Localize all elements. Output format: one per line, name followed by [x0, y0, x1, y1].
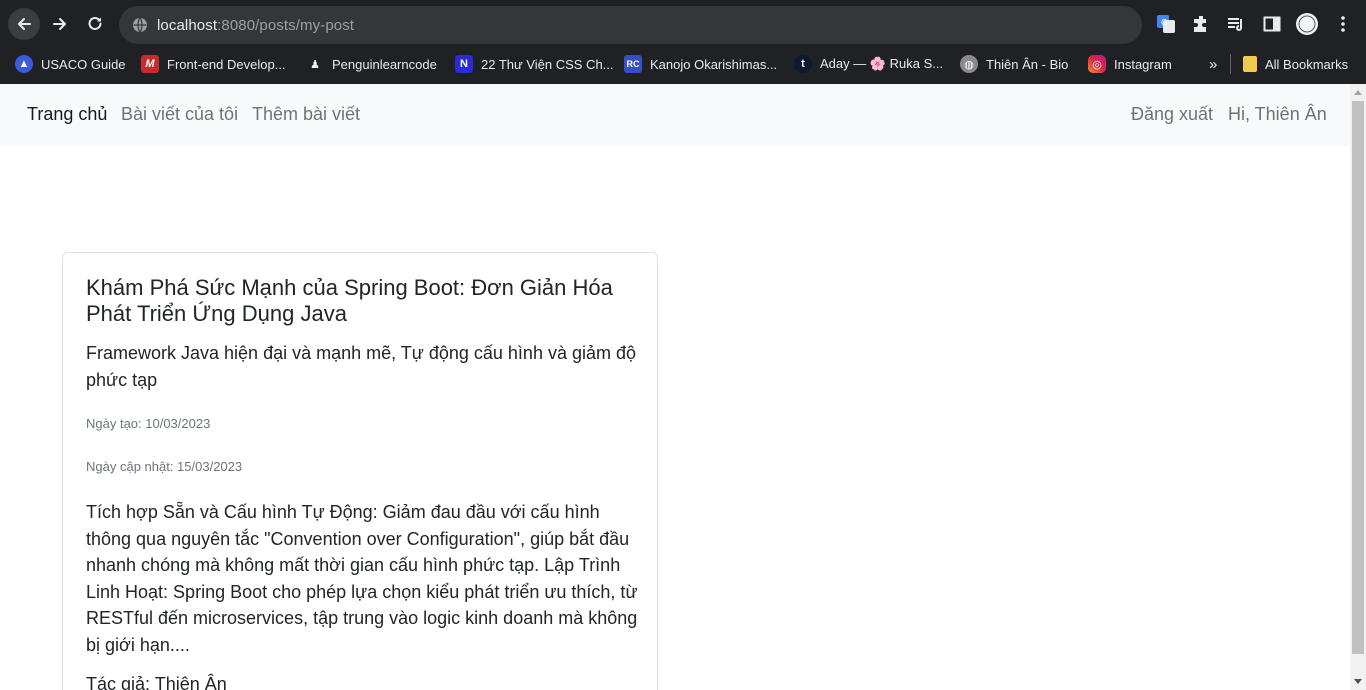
url-path: :8080/posts/my-post — [217, 16, 355, 34]
m-logo-icon: M — [141, 55, 159, 73]
address-bar[interactable]: localhost:8080/posts/my-post — [119, 6, 1142, 44]
bookmark-label: 22 Thư Viện CSS Ch... — [481, 56, 614, 72]
side-panel-icon[interactable] — [1260, 12, 1284, 36]
bookmark-label: Kanojo Okarishimas... — [650, 56, 778, 72]
bookmark-item[interactable]: ◎ Instagram — [1088, 48, 1172, 80]
post-updated-date: Ngày cập nhật: 15/03/2023 — [86, 459, 243, 474]
n-logo-icon: N — [455, 55, 473, 73]
scroll-up-arrow-icon[interactable] — [1354, 90, 1362, 95]
folder-icon — [1243, 56, 1257, 72]
nav-home-link[interactable]: Trang chủ — [27, 104, 107, 125]
profile-avatar[interactable] — [1295, 12, 1319, 36]
tumblr-icon: t — [794, 55, 812, 73]
bookmark-label: Aday — 🌸 Ruka S... — [820, 56, 944, 71]
usaco-icon: ▲ — [15, 55, 33, 73]
nav-logout-link[interactable]: Đăng xuất — [1131, 104, 1213, 125]
site-info-icon[interactable] — [132, 17, 148, 33]
bookmark-item[interactable]: M Front-end Develop... — [141, 48, 286, 80]
page-scrollbar[interactable] — [1350, 84, 1366, 690]
back-button[interactable] — [8, 8, 40, 40]
bookmarks-overflow-button[interactable]: » — [1209, 48, 1217, 80]
site-navbar: Trang chủ Bài viết của tôi Thêm bài viết… — [0, 84, 1350, 146]
extensions-icon[interactable] — [1189, 12, 1213, 36]
forward-button[interactable] — [44, 8, 76, 40]
instagram-icon: ◎ — [1088, 55, 1106, 73]
browser-chrome: localhost:8080/posts/my-post G ▲ USACO G… — [0, 0, 1366, 84]
bookmark-label: Instagram — [1114, 56, 1172, 72]
reload-button[interactable] — [79, 8, 111, 40]
translate-icon[interactable]: G — [1154, 12, 1178, 36]
post-title[interactable]: Khám Phá Sức Mạnh của Spring Boot: Đơn G… — [86, 275, 638, 327]
bookmark-item[interactable]: ♟ Penguinlearncode — [306, 48, 437, 80]
reload-icon — [88, 17, 102, 30]
rc-logo-icon: RC — [624, 55, 642, 73]
bookmark-item[interactable]: N 22 Thư Viện CSS Ch... — [455, 48, 614, 80]
post-created-date: Ngày tạo: 10/03/2023 — [86, 416, 211, 431]
bookmark-label: Thiên Ân - Bio — [986, 56, 1069, 72]
bookmark-label: USACO Guide — [41, 56, 126, 72]
menu-icon[interactable] — [1331, 12, 1355, 36]
post-author: Tác giả: Thiên Ân — [86, 674, 227, 690]
bookmark-item[interactable]: RC Kanojo Okarishimas... — [624, 48, 777, 80]
bookmark-item[interactable]: ▲ USACO Guide — [15, 48, 126, 80]
penguin-icon: ♟ — [310, 58, 320, 71]
bookmarks-bar: ▲ USACO Guide M Front-end Develop... ♟ P… — [0, 48, 1366, 84]
bookmark-item[interactable]: t Aday — 🌸 Ruka S... — [794, 48, 943, 80]
bookmark-label: Penguinlearncode — [332, 56, 437, 72]
nav-add-post-link[interactable]: Thêm bài viết — [252, 104, 360, 125]
reading-list-icon[interactable] — [1224, 12, 1248, 36]
chevron-double-right-icon: » — [1209, 55, 1218, 73]
post-subtitle: Framework Java hiện đại và mạnh mẽ, Tự đ… — [86, 343, 637, 390]
url-host: localhost — [157, 16, 218, 34]
url-text: localhost:8080/posts/my-post — [157, 17, 354, 34]
svg-text:G: G — [1161, 18, 1167, 27]
browser-toolbar: localhost:8080/posts/my-post G — [0, 0, 1366, 48]
all-bookmarks-label: All Bookmarks — [1265, 56, 1349, 72]
globe-icon: ◍ — [960, 55, 978, 73]
nav-greeting: Hi, Thiên Ân — [1228, 104, 1327, 124]
arrow-left-icon — [18, 18, 31, 30]
nav-my-posts-link[interactable]: Bài viết của tôi — [121, 104, 238, 125]
scroll-down-arrow-icon[interactable] — [1354, 679, 1362, 684]
bookmark-item[interactable]: ◍ Thiên Ân - Bio — [960, 48, 1068, 80]
page-viewport: Trang chủ Bài viết của tôi Thêm bài viết… — [0, 84, 1350, 690]
bookmark-label: Front-end Develop... — [167, 56, 286, 72]
scrollbar-thumb[interactable] — [1352, 101, 1364, 654]
post-card-body: Khám Phá Sức Mạnh của Spring Boot: Đơn G… — [86, 275, 638, 690]
post-excerpt: Tích hợp Sẵn và Cấu hình Tự Động: Giảm đ… — [86, 502, 638, 655]
all-bookmarks-button[interactable]: All Bookmarks — [1230, 54, 1348, 74]
arrow-right-icon — [53, 18, 66, 30]
post-card[interactable]: Khám Phá Sức Mạnh của Spring Boot: Đơn G… — [62, 252, 658, 690]
